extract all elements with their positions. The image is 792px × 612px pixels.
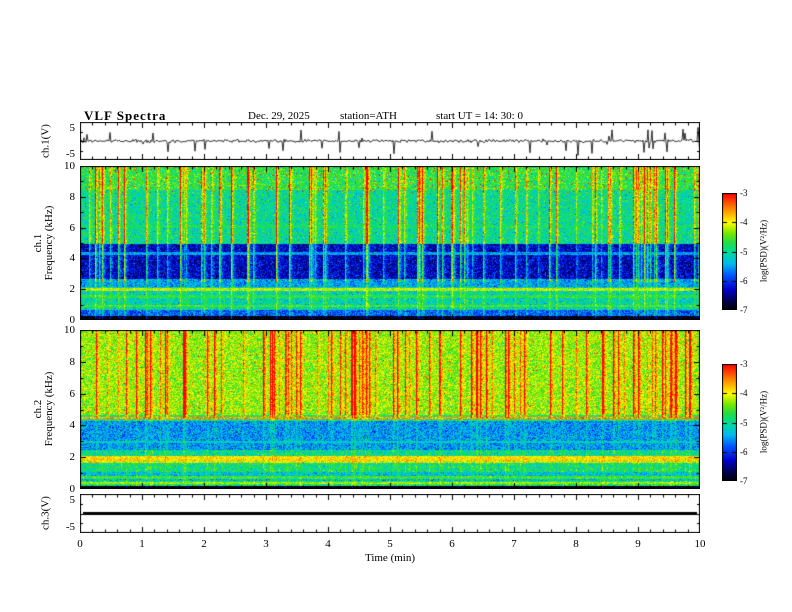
ch1-voltage-ylabel: ch.1(V) bbox=[39, 124, 52, 158]
x-tick-label: 7 bbox=[511, 538, 517, 550]
x-tick-label: 2 bbox=[201, 538, 207, 550]
colorbar-ch1-tick-label: -3 bbox=[740, 188, 748, 198]
ch1-spectrogram-ytick-label: 2 bbox=[69, 283, 76, 296]
ch2-spectrogram-ytick-label: 6 bbox=[69, 387, 76, 400]
ch1-spectrogram-ytick-label: 4 bbox=[69, 252, 76, 265]
x-tick-label: 4 bbox=[325, 538, 331, 550]
header-station: station=ATH bbox=[340, 110, 397, 122]
colorbar-ch1-canvas bbox=[722, 193, 737, 310]
colorbar-ch1-tick-label: -6 bbox=[740, 275, 748, 286]
ch2-spectrogram-ytick-label: 4 bbox=[69, 419, 76, 432]
ch3-waveform-ytick-label: 5 bbox=[69, 494, 76, 506]
colorbar-ch1-label: log(PSD)(V²/Hz) bbox=[758, 219, 769, 283]
ch2-frequency-label: Frequency (kHz) bbox=[43, 371, 55, 447]
header-date: Dec. 29, 2025 bbox=[248, 110, 310, 122]
colorbar-ch1-tick-label: -7 bbox=[740, 305, 748, 315]
colorbar-ch2-tick-label: -5 bbox=[740, 417, 748, 428]
ch1-spectrogram-ytick-label: 10 bbox=[64, 160, 75, 172]
x-tick-label: 3 bbox=[263, 538, 269, 550]
x-tick-label: 0 bbox=[77, 538, 83, 550]
ch1-waveform-canvas bbox=[80, 122, 700, 160]
x-tick-label: 10 bbox=[694, 538, 706, 550]
ch1-spectrogram-ylabel: ch.1 Frequency (kHz) bbox=[32, 205, 55, 281]
ch1-spectrogram-canvas bbox=[80, 166, 700, 320]
x-axis-label: Time (min) bbox=[364, 552, 416, 564]
ch1-waveform-ytick-label: -5 bbox=[65, 148, 75, 160]
ch2-spectrogram-ytick-label: 2 bbox=[69, 451, 76, 464]
ch3-voltage-ylabel: ch.3(V) bbox=[39, 496, 52, 530]
x-tick-label: 1 bbox=[139, 538, 145, 550]
colorbar-ch2-tick-label: -4 bbox=[740, 388, 748, 399]
colorbar-ch1-tick-label: -4 bbox=[740, 217, 748, 228]
x-tick-label: 6 bbox=[449, 538, 455, 550]
ch1-frequency-label: Frequency (kHz) bbox=[43, 205, 55, 281]
ch2-spectrogram-ytick-label: 8 bbox=[69, 355, 76, 368]
ch1-spectrogram-ytick-label: 6 bbox=[69, 221, 76, 234]
colorbar-ch2-label: log(PSD)(V²/Hz) bbox=[758, 390, 769, 454]
header-start-ut: start UT = 14: 30: 0 bbox=[436, 110, 523, 122]
ch2-spectrogram-ytick-label: 10 bbox=[64, 324, 75, 336]
vlf-spectra-figure: VLF Spectra Dec. 29, 2025 station=ATH st… bbox=[0, 0, 792, 612]
x-tick-label: 8 bbox=[573, 538, 579, 550]
x-tick-label: 9 bbox=[635, 538, 641, 550]
ch2-spectrogram-ylabel: ch.2 Frequency (kHz) bbox=[32, 371, 55, 447]
ch2-spectrogram-canvas bbox=[80, 330, 700, 489]
colorbar-ch2-tick-label: -3 bbox=[740, 359, 748, 369]
colorbar-ch2-tick-label: -6 bbox=[740, 446, 748, 457]
colorbar-ch1-tick-label: -5 bbox=[740, 246, 748, 257]
ch1-waveform-ytick-label: 5 bbox=[69, 122, 76, 134]
colorbar-ch2-canvas bbox=[722, 364, 737, 481]
ch3-waveform-ytick-label: -5 bbox=[65, 521, 75, 533]
x-tick-label: 5 bbox=[387, 538, 393, 550]
colorbar-ch2-tick-label: -7 bbox=[740, 476, 748, 486]
ch1-spectrogram-ytick-label: 8 bbox=[69, 190, 76, 203]
ch3-waveform-canvas bbox=[80, 494, 700, 533]
